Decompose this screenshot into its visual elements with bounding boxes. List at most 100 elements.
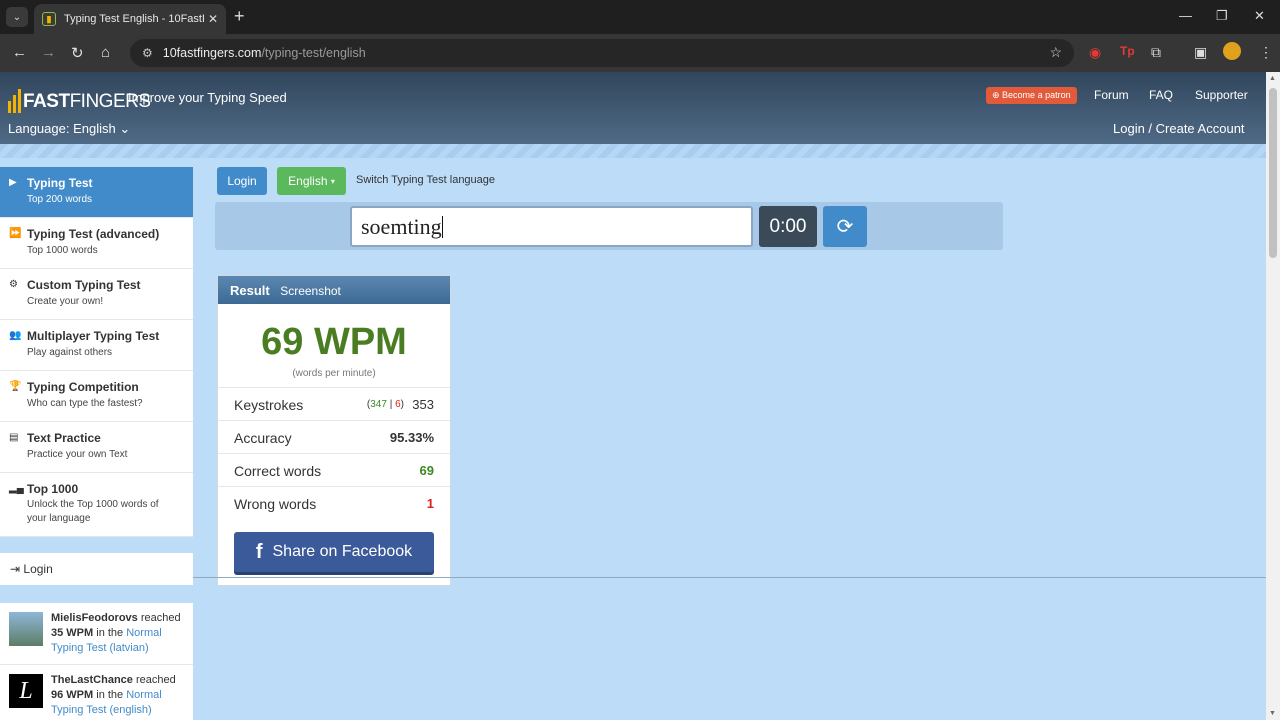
reload-icon[interactable]: ↻: [71, 44, 84, 62]
result-title: Result: [230, 283, 270, 298]
extension-tp-icon[interactable]: Tp: [1120, 44, 1135, 58]
signal-icon: ▂▄: [9, 483, 24, 494]
text-caret: [441, 216, 443, 238]
browser-menu-icon[interactable]: ⋮: [1259, 44, 1273, 61]
minimize-icon[interactable]: —: [1179, 8, 1192, 23]
close-tab-icon[interactable]: ✕: [208, 12, 218, 26]
language-button[interactable]: English ▾: [277, 167, 346, 195]
caret-down-icon: ▾: [330, 176, 335, 186]
sidebar-login-link[interactable]: ⇥ Login: [0, 553, 193, 585]
scroll-down-icon[interactable]: ▼: [1269, 710, 1276, 717]
language-dropdown[interactable]: Language: English ⌄: [8, 121, 130, 137]
sidebar-item-subtitle: Create your own!: [27, 296, 104, 307]
browser-tab-bar: ⌄ ▮ Typing Test English - 10FastFing ✕ +…: [0, 0, 1280, 34]
keystrokes-wrong: 6: [395, 399, 401, 410]
wrong-words-value: 1: [426, 496, 434, 511]
share-facebook-label: Share on Facebook: [272, 543, 413, 560]
feed-reached: reached: [140, 612, 181, 624]
trophy-icon: 🏆: [9, 381, 22, 392]
window-close-icon[interactable]: ✕: [1254, 8, 1265, 24]
logo-bars-icon: [8, 89, 21, 113]
accuracy-label: Accuracy: [234, 430, 292, 446]
wrong-words-row: Wrong words 1: [218, 486, 450, 519]
feed-item: L TheLastChance reached 96 WPM in the No…: [0, 665, 193, 720]
share-facebook-button[interactable]: f Share on Facebook: [234, 532, 434, 572]
sidebar-item-competition[interactable]: 🏆 Typing Competition Who can type the fa…: [0, 371, 193, 422]
wpm-caption: (words per minute): [292, 368, 376, 379]
sidebar-item-title: Top 1000: [27, 482, 79, 496]
scroll-up-icon[interactable]: ▲: [1269, 75, 1276, 82]
fast-forward-icon: ⏩: [9, 228, 22, 239]
sidebar-login-label: Login: [23, 562, 53, 576]
user-avatar[interactable]: L: [9, 674, 43, 708]
result-panel: Result Screenshot 69 WPM (words per minu…: [217, 275, 451, 586]
language-dropdown-label: Language: English: [8, 121, 116, 136]
url-host: 10fastfingers.com: [162, 46, 262, 60]
result-header: Result Screenshot: [218, 276, 450, 304]
keystrokes-separator: |: [389, 399, 393, 410]
keystrokes-label: Keystrokes: [234, 397, 304, 413]
wpm-value: 69 WPM: [261, 321, 407, 363]
correct-words-value: 69: [419, 463, 434, 478]
timer: 0:00: [759, 206, 817, 247]
user-avatar[interactable]: [9, 612, 43, 646]
feed-wpm: 35 WPM: [51, 627, 94, 639]
bookmark-star-icon[interactable]: ☆: [1049, 44, 1062, 61]
forward-icon[interactable]: →: [41, 44, 56, 61]
site-tagline: Improve your Typing Speed: [128, 90, 287, 105]
address-bar[interactable]: ⚙ 10fastfingers.com/typing-test/english …: [130, 39, 1074, 67]
sidebar-item-multiplayer[interactable]: 👥 Multiplayer Typing Test Play against o…: [0, 320, 193, 371]
correct-words-label: Correct words: [234, 463, 322, 479]
accuracy-value: 95.33%: [389, 430, 434, 445]
language-button-label: English: [288, 174, 328, 188]
keystrokes-row: Keystrokes (347 | 6) 353: [218, 387, 450, 420]
profile-avatar[interactable]: [1223, 42, 1241, 60]
sidebar-item-typing-test[interactable]: ▶ Typing Test Top 200 words: [0, 167, 193, 218]
sidebar-item-top-1000[interactable]: ▂▄ Top 1000 Unlock the Top 1000 words of…: [0, 473, 193, 537]
side-panel-icon[interactable]: ▣: [1194, 44, 1207, 61]
play-icon: ▶: [9, 177, 17, 188]
scroll-thumb[interactable]: [1269, 88, 1277, 258]
wrong-words-label: Wrong words: [234, 496, 317, 512]
home-icon[interactable]: ⌂: [101, 44, 110, 61]
tab-list-button[interactable]: ⌄: [6, 7, 28, 27]
nav-faq-link[interactable]: FAQ: [1149, 88, 1173, 102]
users-icon: 👥: [9, 330, 22, 341]
sidebar-item-title: Typing Competition: [27, 380, 139, 394]
browser-tab[interactable]: ▮ Typing Test English - 10FastFing ✕: [34, 4, 226, 34]
become-patron-button[interactable]: ⊕ Become a patron: [986, 87, 1077, 104]
correct-words-row: Correct words 69: [218, 453, 450, 486]
feed-user[interactable]: MielisFeodorovs: [51, 612, 138, 624]
sidebar-item-custom-typing-test[interactable]: ⚙ Custom Typing Test Create your own!: [0, 269, 193, 320]
page-scrollbar[interactable]: ▲ ▼: [1266, 72, 1280, 720]
restore-icon[interactable]: ❐: [1216, 8, 1228, 24]
document-icon: ▤: [9, 432, 19, 443]
header-stripe: [0, 144, 1266, 158]
nav-supporter-link[interactable]: Supporter: [1195, 88, 1248, 102]
sign-in-icon: ⇥: [10, 562, 21, 576]
site-info-icon[interactable]: ⚙: [142, 46, 153, 60]
sidebar-item-text-practice[interactable]: ▤ Text Practice Practice your own Text: [0, 422, 193, 473]
sidebar-item-title: Typing Test: [27, 176, 93, 190]
accuracy-row: Accuracy 95.33%: [218, 420, 450, 453]
back-icon[interactable]: ←: [12, 44, 27, 61]
site-header: FASTFINGERS Improve your Typing Speed ⊕ …: [0, 72, 1266, 144]
url-path: /typing-test/english: [261, 46, 366, 60]
typing-input[interactable]: soemting: [350, 206, 753, 247]
sidebar-item-subtitle: Unlock the Top 1000 words of your langua…: [27, 499, 159, 524]
login-button[interactable]: Login: [217, 167, 267, 195]
extension-record-icon[interactable]: ◉: [1089, 44, 1101, 61]
login-create-account-link[interactable]: Login / Create Account: [1113, 121, 1245, 136]
restart-button[interactable]: ⟳: [823, 206, 867, 247]
typing-input-value: soemting: [361, 214, 442, 239]
sidebar-item-typing-test-advanced[interactable]: ⏩ Typing Test (advanced) Top 1000 words: [0, 218, 193, 269]
extensions-puzzle-icon[interactable]: ⧉: [1151, 44, 1161, 61]
keystrokes-total: 353: [412, 397, 434, 412]
gears-icon: ⚙: [9, 279, 18, 290]
new-tab-icon[interactable]: +: [234, 6, 245, 27]
feed-user[interactable]: TheLastChance: [51, 674, 133, 686]
content-divider: [193, 577, 1266, 578]
feed-in-the: in the: [96, 627, 124, 639]
nav-forum-link[interactable]: Forum: [1094, 88, 1129, 102]
screenshot-link[interactable]: Screenshot: [280, 284, 341, 298]
